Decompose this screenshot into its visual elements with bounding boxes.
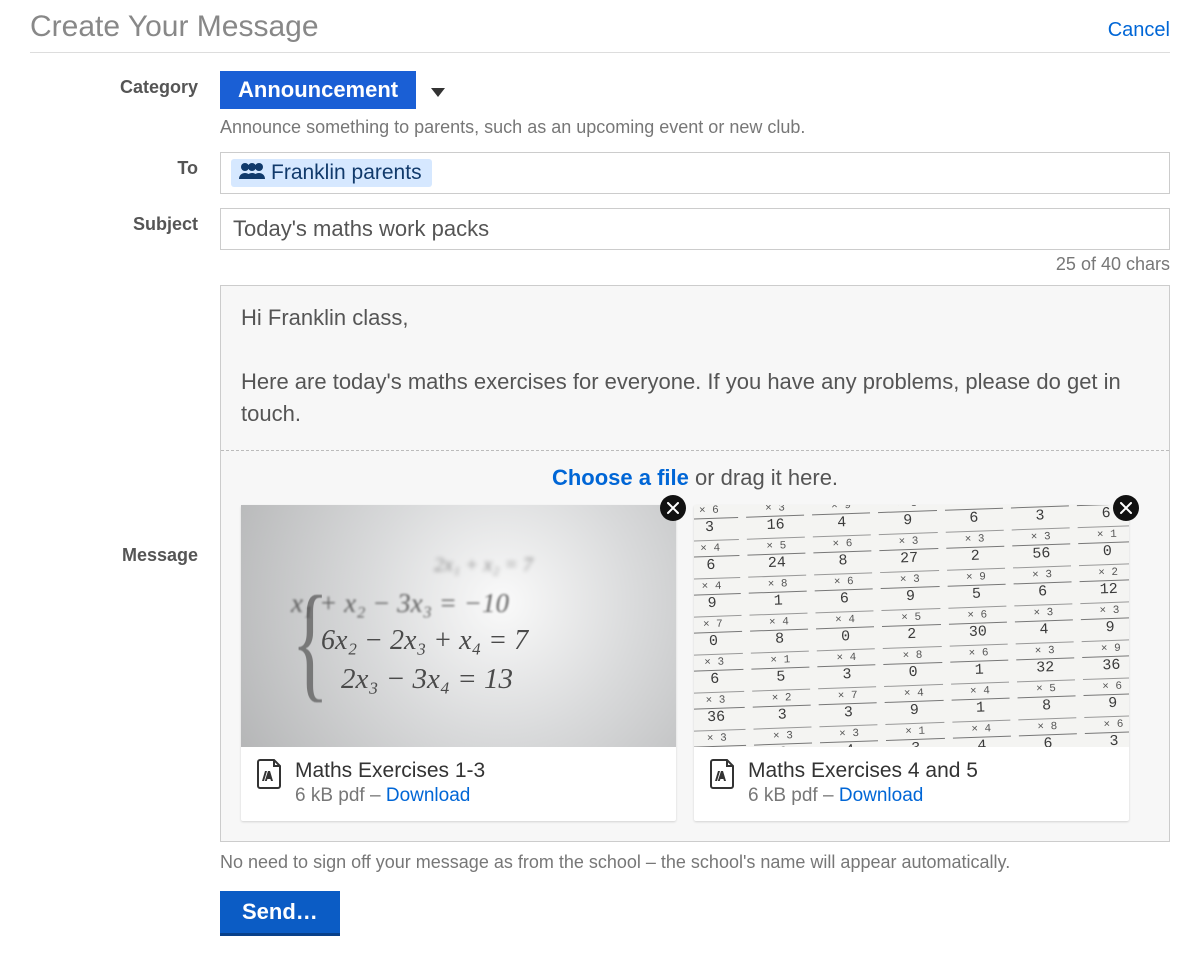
recipient-chip-label: Franklin parents: [271, 161, 422, 185]
page-title: Create Your Message: [30, 10, 319, 44]
attachment-name: Maths Exercises 1-3: [295, 759, 485, 783]
group-icon: [237, 161, 265, 185]
dropzone-header: Choose a file or drag it here.: [241, 465, 1149, 491]
subject-char-count: 25 of 40 chars: [220, 254, 1170, 275]
attachment-name: Maths Exercises 4 and 5: [748, 759, 978, 783]
to-label: To: [30, 152, 220, 179]
choose-file-link[interactable]: Choose a file: [552, 465, 689, 490]
cancel-link[interactable]: Cancel: [1108, 19, 1170, 42]
attachment-dropzone[interactable]: Choose a file or drag it here. { 2x₁ + x: [221, 451, 1169, 841]
message-textarea[interactable]: Hi Franklin class, Here are today's math…: [221, 286, 1169, 451]
pdf-icon: [710, 759, 736, 789]
send-button[interactable]: Send…: [220, 891, 340, 936]
remove-attachment-button[interactable]: [660, 495, 686, 521]
subject-label: Subject: [30, 208, 220, 235]
message-label: Message: [30, 285, 220, 566]
page-header: Create Your Message Cancel: [30, 10, 1170, 53]
attachment-thumbnail: { 2x₁ + x₂ = 7 x₁ + x₂ − 3x₃ = −10 6x₂ −…: [241, 505, 676, 747]
attachment-thumbnail: × 63× 316× 94× 39× 26× 73× 46× 46× 524× …: [694, 505, 1129, 747]
attachment-card: { 2x₁ + x₂ = 7 x₁ + x₂ − 3x₃ = −10 6x₂ −…: [241, 505, 676, 821]
chevron-down-icon[interactable]: [431, 88, 445, 97]
category-hint: Announce something to parents, such as a…: [220, 117, 1170, 138]
download-link[interactable]: Download: [839, 785, 924, 806]
remove-attachment-button[interactable]: [1113, 495, 1139, 521]
close-icon: [1120, 502, 1132, 514]
attachment-size: 6 kB pdf – Download: [748, 785, 978, 807]
recipient-chip[interactable]: Franklin parents: [231, 159, 432, 187]
attachment-size: 6 kB pdf – Download: [295, 785, 485, 807]
category-label: Category: [30, 71, 220, 98]
subject-input[interactable]: [220, 208, 1170, 250]
category-dropdown-button[interactable]: Announcement: [220, 71, 416, 109]
attachment-card: × 63× 316× 94× 39× 26× 73× 46× 46× 524× …: [694, 505, 1129, 821]
to-input[interactable]: Franklin parents: [220, 152, 1170, 194]
download-link[interactable]: Download: [386, 785, 471, 806]
signoff-hint: No need to sign off your message as from…: [220, 852, 1170, 873]
message-container: Hi Franklin class, Here are today's math…: [220, 285, 1170, 842]
close-icon: [667, 502, 679, 514]
dropzone-rest: or drag it here.: [689, 465, 838, 490]
pdf-icon: [257, 759, 283, 789]
